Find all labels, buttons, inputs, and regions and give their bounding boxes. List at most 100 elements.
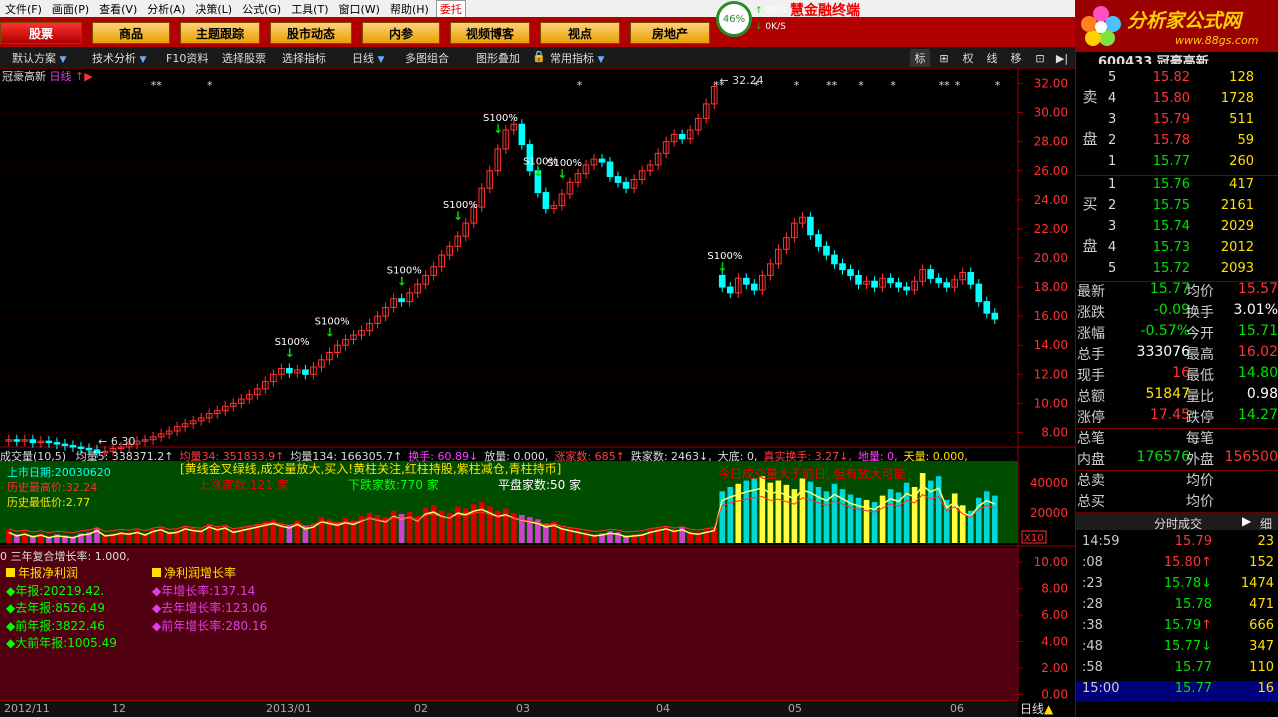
menu-tools[interactable]: 工具(T) — [286, 1, 333, 17]
tab-video-blog[interactable]: 视频博客 — [450, 22, 530, 44]
bid-row[interactable]: 2 15.75 2161 — [1076, 198, 1278, 219]
f10-button[interactable]: F10资料 — [166, 50, 208, 66]
ask-row[interactable]: 3 15.79 511 — [1076, 112, 1278, 133]
daily-tab[interactable]: 日线▲ — [1020, 700, 1053, 717]
candle-body[interactable] — [751, 283, 758, 291]
menu-window[interactable]: 窗口(W) — [334, 1, 385, 17]
candle-body[interactable] — [286, 367, 293, 374]
candle-body[interactable] — [983, 301, 991, 314]
candle-body[interactable] — [742, 277, 750, 285]
ask-row[interactable]: 5 15.82 128 — [1076, 70, 1278, 91]
menu-view[interactable]: 查看(V) — [94, 1, 142, 17]
candle-body[interactable] — [839, 263, 846, 271]
menu-help[interactable]: 帮助(H) — [385, 1, 434, 17]
candle-body[interactable] — [831, 254, 838, 265]
mark-button[interactable]: 标 — [910, 49, 930, 67]
candle-body[interactable] — [807, 216, 814, 236]
candle-body[interactable] — [398, 298, 405, 303]
candle-body[interactable] — [967, 272, 975, 285]
candle-body[interactable] — [991, 312, 999, 320]
menu-analysis[interactable]: 分析(A) — [142, 1, 190, 17]
candle-body[interactable] — [69, 445, 77, 448]
tab-market-news[interactable]: 股市动态 — [270, 22, 352, 44]
candle-body[interactable] — [53, 442, 61, 445]
candle-body[interactable] — [726, 286, 734, 294]
tick-row[interactable]: :38 15.79↑ 666 — [1076, 618, 1278, 639]
candle-body[interactable] — [302, 369, 309, 375]
menu-file[interactable]: 文件(F) — [0, 1, 47, 17]
ask-row[interactable]: 2 15.78 59 — [1076, 133, 1278, 154]
tab-insider[interactable]: 内参 — [362, 22, 440, 44]
candle-body[interactable] — [614, 176, 622, 183]
tab-viewpoint[interactable]: 视点 — [540, 22, 620, 44]
tab-stocks[interactable]: 股票 — [0, 22, 82, 44]
weituo-button[interactable]: 委托 — [435, 0, 466, 18]
candle-body[interactable] — [542, 192, 550, 210]
candle-body[interactable] — [518, 123, 526, 146]
candle-body[interactable] — [847, 269, 854, 276]
menu-decision[interactable]: 决策(L) — [190, 1, 237, 17]
detail-button[interactable]: 细 — [1260, 515, 1272, 532]
candle-body[interactable] — [61, 443, 69, 447]
bid-row[interactable]: 3 15.74 2029 — [1076, 219, 1278, 240]
marker-asterisk: * — [858, 79, 864, 92]
candle-body[interactable] — [622, 181, 630, 189]
tick-volume: 471 — [1249, 597, 1274, 612]
tick-row[interactable]: :48 15.77↓ 347 — [1076, 639, 1278, 660]
date-axis: 2012/11 12 2013/01 02 03 04 05 06 — [0, 700, 1018, 717]
candle-body[interactable] — [45, 440, 53, 444]
tick-row[interactable]: 14:59 15.79 23 — [1076, 534, 1278, 555]
candle-body[interactable] — [823, 245, 830, 256]
tick-row[interactable]: :23 15.78↓ 1474 — [1076, 576, 1278, 597]
select-stock-button[interactable]: 选择股票 — [222, 50, 266, 66]
play-icon[interactable]: ▶ — [1242, 514, 1251, 528]
candle-body[interactable] — [903, 286, 910, 291]
move-button[interactable]: 移 — [1006, 49, 1026, 67]
tick-row[interactable]: :28 15.78 471 — [1076, 597, 1278, 618]
tick-row[interactable]: 15:00 15.77 16 — [1076, 681, 1278, 702]
lock-icon[interactable]: 🔒 — [532, 50, 546, 63]
menu-formula[interactable]: 公式(G) — [237, 1, 286, 17]
profit-item: ◆去年报:8526.49 — [6, 601, 105, 615]
bid-row[interactable]: 1 15.76 417 — [1076, 177, 1278, 198]
period-select[interactable]: 日线 ▼ — [352, 50, 384, 66]
rights-button[interactable]: 权 — [958, 49, 978, 67]
candle-body[interactable] — [815, 234, 822, 247]
tab-real-estate[interactable]: 房地产 — [630, 22, 710, 44]
candle-body[interactable] — [855, 274, 862, 285]
candle-body[interactable] — [598, 158, 606, 163]
volume-bar — [6, 530, 12, 543]
candle-body[interactable] — [935, 277, 942, 284]
window-icon[interactable]: ⊡ — [1030, 49, 1050, 67]
tab-commodities[interactable]: 商品 — [92, 22, 170, 44]
volume-stat: 跌家数: 2463↓, — [630, 450, 712, 462]
select-indicator-button[interactable]: 选择指标 — [282, 50, 326, 66]
bid-row[interactable]: 4 15.73 2012 — [1076, 240, 1278, 261]
candle-body[interactable] — [13, 439, 21, 442]
candle-body[interactable] — [887, 277, 894, 284]
scheme-select[interactable]: 默认方案 ▼ — [12, 50, 66, 66]
overlay-button[interactable]: 图形叠加 — [476, 50, 520, 66]
candle-body[interactable] — [871, 280, 878, 288]
ask-row[interactable]: 4 15.80 1728 — [1076, 91, 1278, 112]
tick-row[interactable]: :08 15.80↑ 152 — [1076, 555, 1278, 576]
candle-body[interactable] — [943, 282, 950, 288]
multi-chart-button[interactable]: 多图组合 — [405, 50, 449, 66]
grid-icon[interactable]: ⊞ — [934, 49, 954, 67]
bid-row[interactable]: 5 15.72 2093 — [1076, 261, 1278, 282]
line-button[interactable]: 线 — [982, 49, 1002, 67]
candle-body[interactable] — [718, 274, 726, 288]
skip-end-icon[interactable]: ▶| — [1052, 49, 1072, 67]
candle-body[interactable] — [29, 439, 37, 444]
menu-view-pane[interactable]: 画面(P) — [47, 1, 94, 17]
common-indicator-select[interactable]: 常用指标 ▼ — [550, 50, 604, 66]
ask-row[interactable]: 1 15.77 260 — [1076, 154, 1278, 175]
tab-theme-tracking[interactable]: 主题跟踪 — [180, 22, 260, 44]
tick-row[interactable]: :58 15.77 110 — [1076, 660, 1278, 681]
candle-body[interactable] — [927, 269, 934, 279]
candle-body[interactable] — [895, 282, 902, 288]
tech-analysis-select[interactable]: 技术分析 ▼ — [92, 50, 146, 66]
candle-body[interactable] — [606, 161, 614, 178]
candle-body[interactable] — [678, 133, 686, 140]
candle-body[interactable] — [975, 283, 983, 303]
